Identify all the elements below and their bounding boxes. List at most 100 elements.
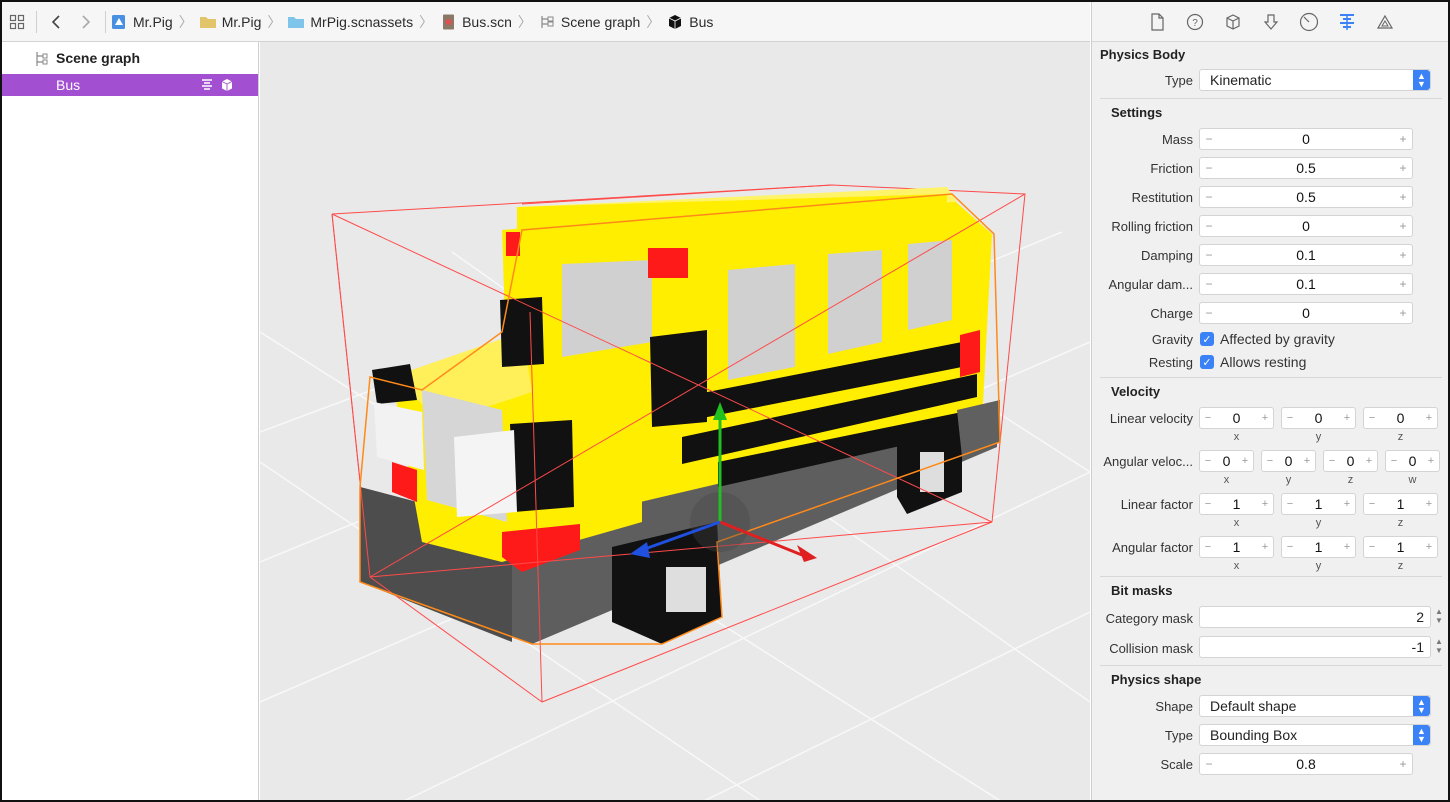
increment-button[interactable]: + bbox=[1394, 190, 1412, 204]
increment-button[interactable]: + bbox=[1423, 455, 1439, 467]
angular-damping-stepper[interactable]: − 0.1 + bbox=[1199, 273, 1413, 295]
increment-button[interactable]: + bbox=[1394, 757, 1412, 771]
decrement-button[interactable]: − bbox=[1200, 248, 1218, 262]
decrement-button[interactable]: − bbox=[1200, 541, 1216, 553]
angular-factor-x-stepper[interactable]: − 1 + bbox=[1199, 536, 1274, 558]
decrement-button[interactable]: − bbox=[1282, 412, 1298, 424]
increment-button[interactable]: + bbox=[1339, 412, 1355, 424]
tab-material-inspector[interactable] bbox=[1297, 10, 1321, 34]
resting-checkbox-label[interactable]: Allows resting bbox=[1220, 354, 1306, 370]
gravity-label: Gravity bbox=[1151, 332, 1193, 347]
breadcrumb-folder[interactable]: Mr.Pig bbox=[199, 2, 261, 42]
folder-icon bbox=[199, 16, 216, 28]
gravity-checkbox[interactable]: ✓ bbox=[1200, 332, 1214, 346]
charge-stepper[interactable]: − 0 + bbox=[1199, 302, 1413, 324]
decrement-button[interactable]: − bbox=[1364, 412, 1380, 424]
decrement-button[interactable]: − bbox=[1200, 132, 1218, 146]
tab-physics-inspector[interactable] bbox=[1335, 10, 1359, 34]
increment-button[interactable]: + bbox=[1421, 412, 1437, 424]
increment-button[interactable]: + bbox=[1394, 132, 1412, 146]
increment-button[interactable]: + bbox=[1257, 412, 1273, 424]
physics-shape-title: Physics shape bbox=[1111, 671, 1202, 687]
decrement-button[interactable]: − bbox=[1200, 757, 1218, 771]
tab-quick-help[interactable]: ? bbox=[1183, 10, 1207, 34]
breadcrumb-assets-folder[interactable]: MrPig.scnassets bbox=[287, 2, 413, 42]
category-mask-row: Category mask 2 ▲ ▼ bbox=[1092, 603, 1448, 633]
decrement-button[interactable]: − bbox=[1200, 190, 1218, 204]
physics-type-select[interactable]: Kinematic ▲ ▼ bbox=[1199, 69, 1431, 91]
increment-button[interactable]: + bbox=[1421, 541, 1437, 553]
friction-stepper[interactable]: − 0.5 + bbox=[1199, 157, 1413, 179]
breadcrumb-project[interactable]: Mr.Pig bbox=[110, 2, 173, 42]
scale-stepper[interactable]: − 0.8 + bbox=[1199, 753, 1413, 775]
linear-velocity-x-stepper[interactable]: − 0 + bbox=[1199, 407, 1274, 429]
decrement-button[interactable]: − bbox=[1364, 498, 1380, 510]
collision-mask-field[interactable]: -1 bbox=[1199, 636, 1431, 658]
shape-select[interactable]: Default shape ▲ ▼ bbox=[1199, 695, 1431, 717]
decrement-button[interactable]: − bbox=[1200, 277, 1218, 291]
increment-button[interactable]: + bbox=[1394, 219, 1412, 233]
linear-velocity-y-stepper[interactable]: − 0 + bbox=[1281, 407, 1356, 429]
physics-type-value: Kinematic bbox=[1210, 72, 1272, 88]
angular-factor-z-stepper[interactable]: − 1 + bbox=[1363, 536, 1438, 558]
tab-scene-inspector[interactable] bbox=[1373, 10, 1397, 34]
angular-velocity-w-stepper[interactable]: −0 + bbox=[1385, 450, 1440, 472]
decrement-button[interactable]: − bbox=[1324, 455, 1340, 467]
decrement-button[interactable]: − bbox=[1200, 412, 1216, 424]
damping-stepper[interactable]: − 0.1 + bbox=[1199, 244, 1413, 266]
increment-button[interactable]: + bbox=[1339, 498, 1355, 510]
restitution-stepper[interactable]: − 0.5 + bbox=[1199, 186, 1413, 208]
decrement-button[interactable]: − bbox=[1200, 498, 1216, 510]
decrement-button[interactable]: − bbox=[1386, 455, 1402, 467]
decrement-button[interactable]: − bbox=[1200, 455, 1216, 467]
increment-button[interactable]: + bbox=[1394, 161, 1412, 175]
category-mask-stepper[interactable]: ▲ ▼ bbox=[1434, 607, 1444, 627]
resting-checkbox[interactable]: ✓ bbox=[1200, 355, 1214, 369]
increment-button[interactable]: + bbox=[1361, 455, 1377, 467]
increment-button[interactable]: + bbox=[1394, 248, 1412, 262]
increment-button[interactable]: + bbox=[1257, 541, 1273, 553]
tab-file-inspector[interactable] bbox=[1145, 10, 1169, 34]
angular-velocity-z-stepper[interactable]: −0 + bbox=[1323, 450, 1378, 472]
rolling-friction-stepper[interactable]: − 0 + bbox=[1199, 215, 1413, 237]
linear-factor-label: Linear factor bbox=[1120, 497, 1193, 512]
increment-button[interactable]: + bbox=[1339, 541, 1355, 553]
decrement-button[interactable]: − bbox=[1364, 541, 1380, 553]
increment-button[interactable]: + bbox=[1299, 455, 1315, 467]
scene-node-row[interactable]: Bus bbox=[2, 74, 258, 96]
breadcrumb-node[interactable]: Bus bbox=[666, 2, 713, 42]
gravity-checkbox-label[interactable]: Affected by gravity bbox=[1220, 331, 1335, 347]
increment-button[interactable]: + bbox=[1421, 498, 1437, 510]
decrement-button[interactable]: − bbox=[1282, 498, 1298, 510]
collision-mask-stepper[interactable]: ▲ ▼ bbox=[1434, 637, 1444, 657]
decrement-button[interactable]: − bbox=[1262, 455, 1278, 467]
decrement-button[interactable]: − bbox=[1200, 161, 1218, 175]
mass-stepper[interactable]: − 0 + bbox=[1199, 128, 1413, 150]
back-button[interactable] bbox=[41, 2, 71, 42]
angular-velocity-y-stepper[interactable]: −0 + bbox=[1261, 450, 1316, 472]
angular-factor-y-stepper[interactable]: − 1 + bbox=[1281, 536, 1356, 558]
shape-type-select[interactable]: Bounding Box ▲ ▼ bbox=[1199, 724, 1431, 746]
linear-factor-z-stepper[interactable]: − 1 + bbox=[1363, 493, 1438, 515]
increment-button[interactable]: + bbox=[1394, 277, 1412, 291]
linear-factor-y-stepper[interactable]: − 1 + bbox=[1281, 493, 1356, 515]
tab-attributes-inspector[interactable] bbox=[1259, 10, 1283, 34]
angular-velocity-x-stepper[interactable]: −0 + bbox=[1199, 450, 1254, 472]
angular-velocity-x: 0 bbox=[1222, 453, 1231, 469]
related-items-button[interactable] bbox=[2, 2, 32, 42]
breadcrumb-scene-graph[interactable]: Scene graph bbox=[538, 2, 640, 42]
tab-node-inspector[interactable] bbox=[1221, 10, 1245, 34]
decrement-button[interactable]: − bbox=[1200, 306, 1218, 320]
linear-velocity-z-stepper[interactable]: − 0 + bbox=[1363, 407, 1438, 429]
increment-button[interactable]: + bbox=[1394, 306, 1412, 320]
category-mask-field[interactable]: 2 bbox=[1199, 606, 1431, 628]
scene-viewport[interactable] bbox=[260, 42, 1090, 800]
increment-button[interactable]: + bbox=[1257, 498, 1273, 510]
decrement-button[interactable]: − bbox=[1282, 541, 1298, 553]
breadcrumb-scene-file[interactable]: Bus.scn bbox=[439, 2, 512, 42]
increment-button[interactable]: + bbox=[1237, 455, 1253, 467]
decrement-button[interactable]: − bbox=[1200, 219, 1218, 233]
cube-icon bbox=[1226, 13, 1240, 30]
linear-factor-x-stepper[interactable]: − 1 + bbox=[1199, 493, 1274, 515]
forward-button[interactable] bbox=[71, 2, 101, 42]
